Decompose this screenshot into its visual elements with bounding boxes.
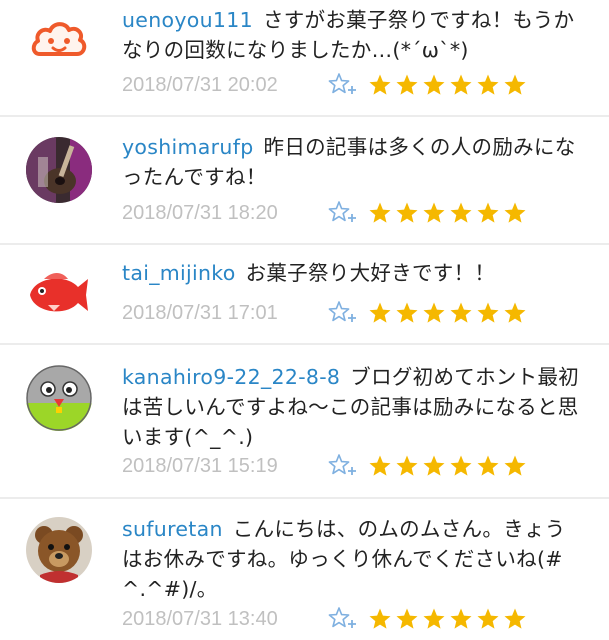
star-icon (476, 607, 500, 631)
star-icon (368, 607, 392, 631)
guitar-photo-avatar[interactable] (26, 137, 92, 203)
star-icon (368, 201, 392, 225)
comment-meta: 2018/07/31 20:02 (122, 70, 530, 100)
star-icon (503, 454, 527, 478)
add-star-icon[interactable] (328, 605, 360, 633)
round-character-avatar[interactable] (26, 365, 92, 431)
comment-username[interactable]: tai_mijinko (122, 261, 236, 285)
comment-meta: 2018/07/31 18:20 (122, 198, 530, 228)
comment-item: sufuretan こんにちは、のムのムさん。きょうはお休みですね。ゆっくり休んで… (0, 499, 609, 640)
star-icon (476, 201, 500, 225)
comment-body: kanahiro9-22_22-8-8 ブログ初めてホント最初は苦しいんですよね〜… (122, 362, 585, 452)
comment-meta: 2018/07/31 13:40 (122, 604, 530, 634)
star-icon (503, 201, 527, 225)
comment-username[interactable]: sufuretan (122, 517, 223, 541)
comment-username[interactable]: uenoyou111 (122, 8, 253, 32)
star-icon (422, 607, 446, 631)
cloud-face-avatar[interactable] (26, 8, 92, 74)
star-icon (449, 73, 473, 97)
comment-username[interactable]: kanahiro9-22_22-8-8 (122, 365, 340, 389)
star-icon (395, 301, 419, 325)
comment-timestamp: 2018/07/31 13:40 (122, 607, 278, 630)
comment-item: tai_mijinko お菓子祭り大好きです！！ 2018/07/31 17:01 (0, 245, 609, 343)
comment-meta: 2018/07/31 17:01 (122, 298, 530, 328)
star-icon (422, 454, 446, 478)
comment-meta: 2018/07/31 15:19 (122, 451, 530, 481)
star-icon (476, 301, 500, 325)
teddy-bear-avatar[interactable] (26, 517, 92, 583)
comment-body: uenoyou111 さすがお菓子祭りですね！もうかなりの回数になりましたか…(*… (122, 5, 585, 65)
star-icon (449, 454, 473, 478)
star-rating (368, 454, 530, 478)
star-icon (503, 73, 527, 97)
star-icon (395, 607, 419, 631)
comment-body: tai_mijinko お菓子祭り大好きです！！ (122, 258, 585, 288)
add-star-icon[interactable] (328, 452, 360, 480)
star-icon (476, 454, 500, 478)
comment-item: uenoyou111 さすがお菓子祭りですね！もうかなりの回数になりましたか…(*… (0, 0, 609, 116)
star-icon (422, 301, 446, 325)
comment-text: お菓子祭り大好きです！！ (245, 261, 496, 285)
add-star-icon[interactable] (328, 299, 360, 327)
star-icon (449, 607, 473, 631)
comment-body: yoshimarufp 昨日の記事は多くの人の励みになったんですね！ (122, 132, 585, 192)
star-rating (368, 301, 530, 325)
star-icon (422, 73, 446, 97)
comment-timestamp: 2018/07/31 20:02 (122, 73, 278, 96)
add-star-icon[interactable] (328, 199, 360, 227)
star-icon (368, 454, 392, 478)
star-icon (476, 73, 500, 97)
add-star-icon[interactable] (328, 71, 360, 99)
star-icon (449, 301, 473, 325)
comment-timestamp: 2018/07/31 18:20 (122, 201, 278, 224)
star-icon (395, 201, 419, 225)
star-icon (422, 201, 446, 225)
star-icon (449, 201, 473, 225)
star-icon (395, 73, 419, 97)
star-rating (368, 607, 530, 631)
star-rating (368, 73, 530, 97)
star-rating (368, 201, 530, 225)
comment-item: yoshimarufp 昨日の記事は多くの人の励みになったんですね！ 2018/0… (0, 117, 609, 243)
star-icon (368, 73, 392, 97)
comment-timestamp: 2018/07/31 15:19 (122, 454, 278, 477)
star-icon (503, 301, 527, 325)
red-fish-avatar[interactable] (26, 259, 92, 325)
star-icon (503, 607, 527, 631)
comment-username[interactable]: yoshimarufp (122, 135, 254, 159)
comment-body: sufuretan こんにちは、のムのムさん。きょうはお休みですね。ゆっくり休んで… (122, 514, 585, 604)
comment-item: kanahiro9-22_22-8-8 ブログ初めてホント最初は苦しいんですよね〜… (0, 345, 609, 497)
comment-timestamp: 2018/07/31 17:01 (122, 301, 278, 324)
star-icon (395, 454, 419, 478)
star-icon (368, 301, 392, 325)
